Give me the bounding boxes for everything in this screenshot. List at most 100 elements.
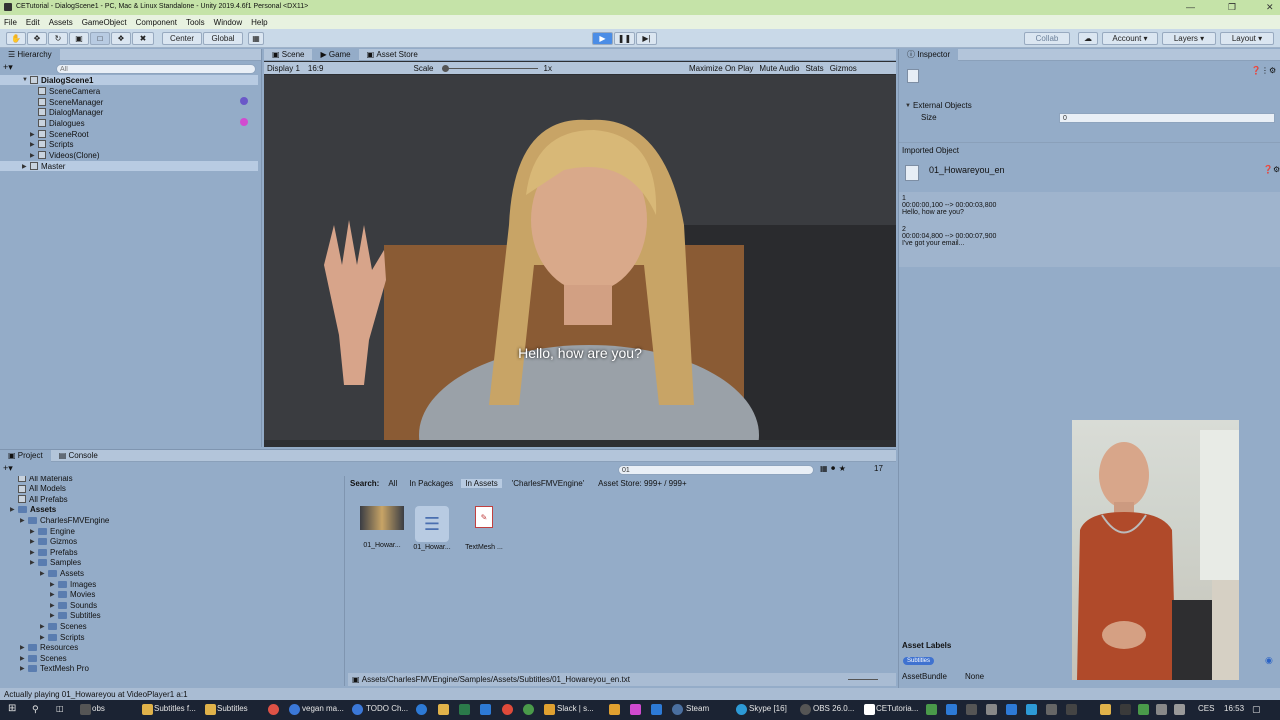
tab-inspector[interactable]: ⓘ Inspector xyxy=(899,48,959,61)
maximize-on-play-toggle[interactable]: Maximize On Play xyxy=(689,64,753,73)
menu-assets[interactable]: Assets xyxy=(49,18,73,27)
volume-icon[interactable] xyxy=(1174,704,1185,715)
transform-tool-icon[interactable]: ❖ xyxy=(111,32,131,45)
create-plus-icon[interactable]: +▾ xyxy=(3,463,13,474)
display-dropdown[interactable]: Display 1 xyxy=(267,64,300,73)
tree-row-master[interactable]: ▶ Master xyxy=(0,161,258,171)
tray-icon[interactable] xyxy=(1066,704,1077,715)
rotate-tool-icon[interactable]: ↻ xyxy=(48,32,68,45)
account-dropdown[interactable]: Account ▾ xyxy=(1102,32,1158,45)
collapse-arrow-icon[interactable]: ▶ xyxy=(30,131,38,138)
game-view[interactable]: Hello, how are you? xyxy=(264,75,896,440)
layers-dropdown[interactable]: Layers ▾ xyxy=(1162,32,1216,45)
stats-toggle[interactable]: Stats xyxy=(805,64,823,73)
pivot-center-button[interactable]: Center xyxy=(162,32,202,45)
tree-row-scripts[interactable]: ▶ Scripts xyxy=(30,139,73,149)
menu-edit[interactable]: Edit xyxy=(26,18,40,27)
network-icon[interactable] xyxy=(1156,704,1167,715)
expand-arrow-icon[interactable]: ▼ xyxy=(905,103,913,109)
menu-file[interactable]: File xyxy=(4,18,17,27)
expand-arrow-icon[interactable]: ▶ xyxy=(20,665,28,672)
project-tree-item[interactable]: ▶All Prefabs xyxy=(10,494,68,504)
tree-row-videos[interactable]: ▶ Videos(Clone) xyxy=(30,150,100,160)
taskbar-item-todo[interactable]: TODO Ch... xyxy=(366,704,408,713)
label-picker-icon[interactable]: ◉ xyxy=(1265,655,1273,666)
tree-row-sceneroot[interactable]: ▶ SceneRoot xyxy=(30,129,89,139)
project-tree-item[interactable]: ▶ Sounds xyxy=(50,600,97,610)
taskbar-item-slack[interactable]: Slack | s... xyxy=(557,704,594,713)
project-tree-item[interactable]: ▶All Materials xyxy=(10,476,73,483)
tree-row-scene[interactable]: ▼ DialogScene1 xyxy=(0,75,258,85)
tab-console[interactable]: ▤ Console xyxy=(51,450,106,462)
expand-arrow-icon[interactable]: ▶ xyxy=(50,581,58,588)
asset-item-text[interactable]: ☰ 01_Howar... xyxy=(408,506,456,551)
pause-button[interactable]: ❚❚ xyxy=(614,32,635,45)
project-search-input[interactable] xyxy=(618,465,814,475)
expand-arrow-icon[interactable]: ▶ xyxy=(50,612,58,619)
cloud-icon[interactable]: ☁ xyxy=(1078,32,1098,45)
filter-all[interactable]: All xyxy=(388,479,397,488)
project-tree-item[interactable]: ▶ CharlesFMVEngine xyxy=(20,515,109,525)
tray-icon[interactable] xyxy=(946,704,957,715)
hierarchy-search-input[interactable] xyxy=(56,64,256,74)
project-tree-item[interactable]: ▶ Assets xyxy=(10,505,56,515)
filter-asset-store[interactable]: Asset Store: 999+ / 999+ xyxy=(598,479,687,488)
collapse-arrow-icon[interactable]: ▶ xyxy=(22,163,30,170)
project-tree-item[interactable]: ▶ Scenes xyxy=(20,653,67,663)
tree-row-dialogmanager[interactable]: DialogManager xyxy=(38,107,103,117)
expand-arrow-icon[interactable]: ▶ xyxy=(20,517,28,524)
tab-asset-store[interactable]: ▣ Asset Store xyxy=(359,49,426,61)
size-field[interactable] xyxy=(1059,113,1275,123)
tree-row-scenemanager[interactable]: SceneManager xyxy=(38,97,103,107)
filter-folder[interactable]: 'CharlesFMVEngine' xyxy=(512,479,584,488)
project-tree-item[interactable]: ▶ Gizmos xyxy=(30,537,77,547)
taskbar-item-obs[interactable]: obs xyxy=(92,704,105,713)
tab-scene[interactable]: ▣ Scene xyxy=(264,49,312,61)
collapse-arrow-icon[interactable]: ▶ xyxy=(30,141,38,148)
tray-icon[interactable] xyxy=(926,704,937,715)
filter-in-assets[interactable]: In Assets xyxy=(461,478,502,488)
expand-arrow-icon[interactable]: ▶ xyxy=(50,591,58,598)
expand-arrow-icon[interactable]: ▶ xyxy=(10,506,18,513)
menu-window[interactable]: Window xyxy=(214,18,242,27)
tray-icon[interactable] xyxy=(966,704,977,715)
search-icon[interactable]: ⚲ xyxy=(32,704,39,715)
play-button[interactable]: ▶ xyxy=(592,32,613,45)
project-tree-item[interactable]: ▶ Scenes xyxy=(40,621,87,631)
expand-arrow-icon[interactable]: ▶ xyxy=(30,549,38,556)
taskbar-item-vegan[interactable]: vegan ma... xyxy=(302,704,344,713)
expand-arrow-icon[interactable]: ▶ xyxy=(20,655,28,662)
filter-icons[interactable]: ▦ ⚫ ★ xyxy=(820,464,846,473)
layout-dropdown[interactable]: Layout ▾ xyxy=(1220,32,1274,45)
minimize-icon[interactable]: — xyxy=(1186,2,1195,12)
taskbar-item-cetutorial[interactable]: CETutoria... xyxy=(876,704,918,713)
task-view-icon[interactable]: ◫ xyxy=(56,704,64,713)
menu-tools[interactable]: Tools xyxy=(186,18,205,27)
tray-icon[interactable] xyxy=(1138,704,1149,715)
expand-arrow-icon[interactable]: ▼ xyxy=(22,77,30,83)
aspect-dropdown[interactable]: 16:9 xyxy=(308,64,324,73)
label-chip[interactable]: Subtitles xyxy=(903,657,935,665)
scale-tool-icon[interactable]: ▣ xyxy=(69,32,89,45)
expand-arrow-icon[interactable]: ▶ xyxy=(30,528,38,535)
step-button[interactable]: ▶| xyxy=(636,32,657,45)
filter-in-packages[interactable]: In Packages xyxy=(409,479,453,488)
tree-row-dialogues[interactable]: Dialogues xyxy=(38,118,85,128)
project-tree-item[interactable]: ▶ Assets xyxy=(40,568,84,578)
gizmos-dropdown[interactable]: Gizmos xyxy=(830,64,857,73)
rect-tool-icon[interactable]: □ xyxy=(90,32,110,45)
language-indicator[interactable]: CES xyxy=(1198,704,1214,713)
expand-arrow-icon[interactable]: ▶ xyxy=(50,602,58,609)
project-tree-item[interactable]: ▶ Resources xyxy=(20,643,78,653)
taskbar-item-steam[interactable]: Steam xyxy=(686,704,709,713)
tray-icon[interactable] xyxy=(1120,704,1131,715)
inspector-settings-icon[interactable]: ❓⋮⚙ xyxy=(1251,66,1276,75)
maximize-icon[interactable]: ❐ xyxy=(1228,2,1236,13)
grid-snap-icon[interactable]: ▦ xyxy=(248,32,264,45)
close-icon[interactable]: ✕ xyxy=(1266,2,1274,13)
scale-slider-handle[interactable] xyxy=(441,64,449,72)
tab-game[interactable]: ▶ Game xyxy=(312,48,359,61)
menu-component[interactable]: Component xyxy=(136,18,177,27)
create-plus-icon[interactable]: +▾ xyxy=(3,62,13,73)
taskbar-item-obs26[interactable]: OBS 26.0... xyxy=(813,704,854,713)
